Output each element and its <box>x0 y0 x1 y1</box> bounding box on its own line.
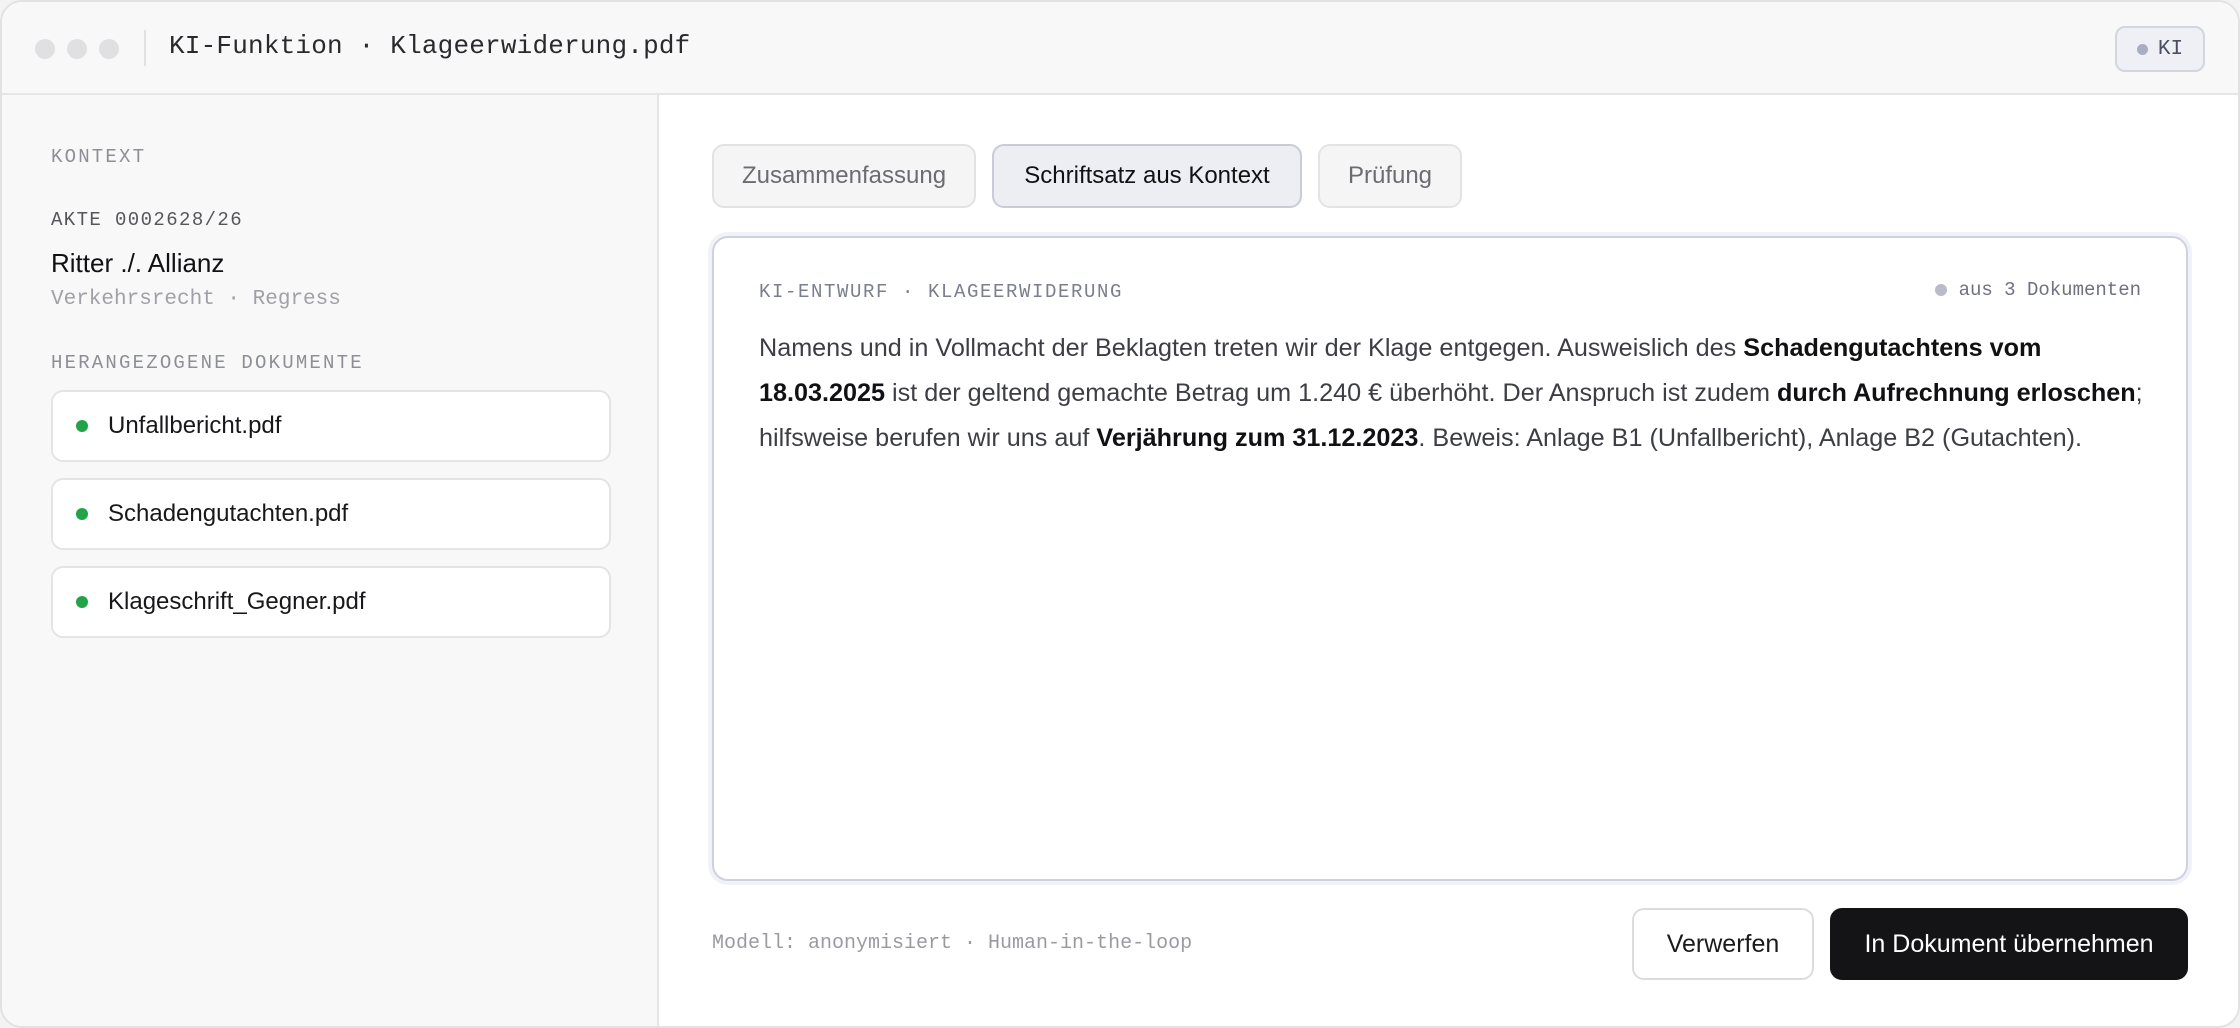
document-name: Unfallbericht.pdf <box>108 412 282 439</box>
model-note: Modell: anonymisiert · Human-in-the-loop <box>712 932 1193 955</box>
title-divider <box>144 30 146 66</box>
window-controls <box>35 39 119 59</box>
close-window-icon[interactable] <box>35 39 55 59</box>
tab-pruefung[interactable]: Prüfung <box>1318 144 1462 208</box>
documents-section-label: HERANGEZOGENE DOKUMENTE <box>51 352 364 374</box>
case-title: Ritter ./. Allianz <box>51 248 225 278</box>
apply-to-document-button[interactable]: In Dokument übernehmen <box>1830 908 2188 980</box>
case-subtitle: Verkehrsrecht · Regress <box>51 288 341 311</box>
document-item-unfallbericht[interactable]: Unfallbericht.pdf <box>51 390 611 462</box>
source-dot-icon <box>1934 284 1947 296</box>
ki-status-dot-icon <box>2136 43 2148 55</box>
document-name: Schadengutachten.pdf <box>108 500 349 527</box>
document-item-schadengutachten[interactable]: Schadengutachten.pdf <box>51 478 611 550</box>
minimize-window-icon[interactable] <box>67 39 87 59</box>
window-title: KI-Funktion · Klageerwiderung.pdf <box>169 31 691 61</box>
case-id: AKTE 0002628/26 <box>51 209 244 231</box>
tab-zusammenfassung[interactable]: Zusammenfassung <box>712 144 976 208</box>
draft-text-segment: Namens und in Vollmacht der Beklagten tr… <box>759 334 1744 362</box>
maximize-window-icon[interactable] <box>99 39 119 59</box>
draft-text-highlight: durch Aufrechnung erloschen <box>1776 379 2136 407</box>
tab-schriftsatz-aus-kontext[interactable]: Schriftsatz aus Kontext <box>992 144 1302 208</box>
discard-button[interactable]: Verwerfen <box>1632 908 1814 980</box>
document-status-dot-icon <box>76 508 88 520</box>
draft-header: KI-ENTWURF · KLAGEERWIDERUNG <box>759 281 1124 303</box>
ki-badge: KI <box>2115 26 2205 72</box>
source-note-label: aus 3 Dokumenten <box>1958 279 2141 301</box>
document-status-dot-icon <box>76 420 88 432</box>
context-section-label: KONTEXT <box>51 146 147 168</box>
context-sidebar: KONTEXT AKTE 0002628/26 Ritter ./. Allia… <box>2 95 659 1026</box>
document-item-klageschrift-gegner[interactable]: Klageschrift_Gegner.pdf <box>51 566 611 638</box>
draft-text-segment: . Beweis: Anlage B1 (Unfallbericht), Anl… <box>1418 424 2083 452</box>
title-bar: KI-Funktion · Klageerwiderung.pdf KI <box>2 2 2238 95</box>
ki-window: KI-Funktion · Klageerwiderung.pdf KI KON… <box>0 0 2240 1028</box>
draft-text-segment: ist der geltend gemachte Betrag um 1.240… <box>885 379 1777 407</box>
document-name: Klageschrift_Gegner.pdf <box>108 588 366 615</box>
document-status-dot-icon <box>76 596 88 608</box>
draft-editor[interactable]: KI-ENTWURF · KLAGEERWIDERUNG aus 3 Dokum… <box>712 236 2188 881</box>
draft-source-note: aus 3 Dokumenten <box>1934 279 2141 301</box>
ki-badge-label: KI <box>2157 37 2184 61</box>
draft-text-highlight: Verjährung zum 31.12.2023 <box>1096 424 1419 452</box>
draft-text[interactable]: Namens und in Vollmacht der Beklagten tr… <box>759 326 2149 461</box>
